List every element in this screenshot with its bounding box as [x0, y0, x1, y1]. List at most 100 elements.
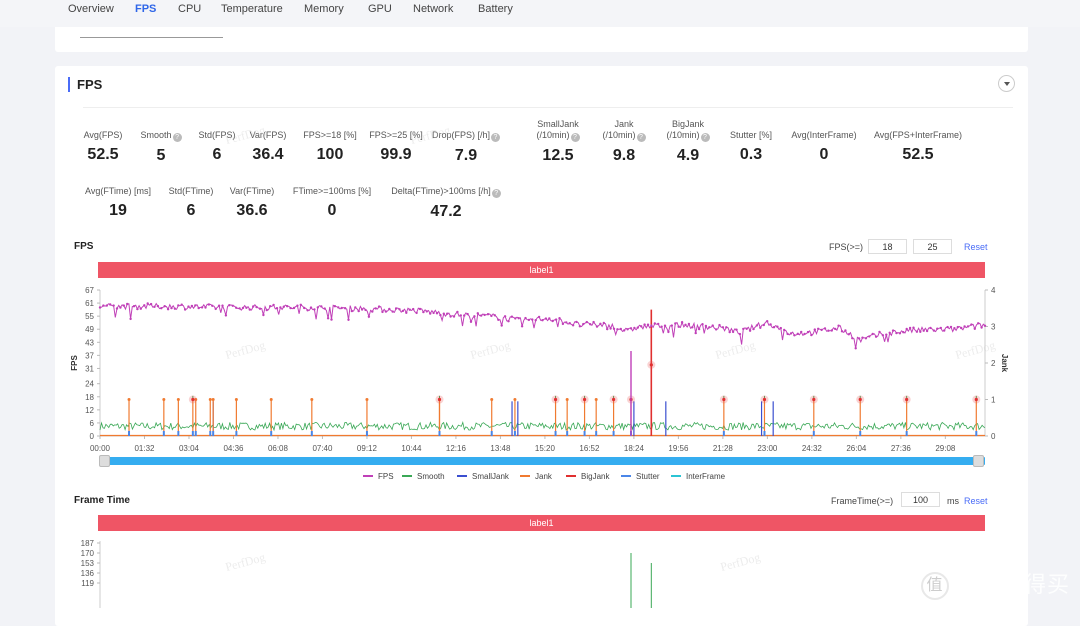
legend-item-interframe[interactable]: InterFrame	[671, 472, 725, 481]
legend-item-jank[interactable]: Jank	[520, 472, 552, 481]
fps-point	[684, 323, 687, 326]
fps-label-bar[interactable]: label1	[98, 262, 985, 278]
bigjank-marker	[905, 397, 909, 402]
stat-stats_row2-4: Delta(FTime)>100ms [/h]? 47.2	[386, 186, 506, 221]
fps-point	[895, 331, 898, 335]
fps-point	[779, 326, 782, 330]
caret-down-icon[interactable]	[998, 75, 1015, 92]
tab-memory[interactable]: Memory	[304, 3, 344, 15]
fps-point	[663, 324, 667, 327]
fps-point	[398, 308, 401, 311]
stutter-mark	[177, 431, 180, 436]
stutter-mark	[566, 431, 569, 436]
jank-marker	[162, 398, 166, 401]
fps-point	[394, 307, 398, 310]
x-tick-label: 01:32	[134, 444, 155, 453]
fps-point	[374, 307, 377, 310]
fps-reset-link[interactable]: Reset	[964, 242, 988, 252]
fps-chart-title: FPS	[74, 241, 94, 252]
tab-gpu[interactable]: GPU	[368, 3, 392, 15]
tab-battery[interactable]: Battery	[478, 3, 513, 15]
fps-point	[660, 325, 663, 328]
fps-point	[677, 325, 680, 328]
fps-point	[595, 325, 599, 328]
fps-point	[793, 334, 796, 337]
tab-temperature[interactable]: Temperature	[221, 3, 283, 15]
fps-point	[697, 327, 701, 331]
fps-point	[619, 327, 622, 331]
fps-point	[408, 308, 411, 311]
fps-point	[115, 307, 119, 310]
bigjank-marker	[858, 397, 862, 402]
fps-point	[626, 328, 629, 331]
time-range-slider[interactable]	[100, 457, 985, 465]
legend-item-fps[interactable]: FPS	[363, 472, 394, 481]
frametime-threshold-input[interactable]	[901, 492, 940, 507]
fps-point	[323, 307, 326, 310]
fps-point	[177, 304, 180, 307]
slider-handle-right[interactable]	[973, 455, 984, 467]
x-tick-label: 07:40	[312, 444, 333, 453]
fps-point	[718, 323, 721, 327]
tab-overview[interactable]: Overview	[68, 3, 114, 15]
fps-point	[742, 327, 745, 331]
stutter-mark	[365, 431, 368, 436]
fps-threshold1-input[interactable]	[868, 239, 907, 254]
fps-point	[391, 310, 394, 313]
fps-chart: 06121824313743495561670123400:00 01:32 03:…	[70, 286, 1009, 453]
fps-point	[347, 318, 350, 321]
fps-point	[473, 315, 476, 318]
tab-network[interactable]: Network	[413, 3, 453, 15]
frametime-reset-link[interactable]: Reset	[964, 496, 988, 506]
jank-marker	[176, 398, 180, 401]
x-tick-label: 12:16	[446, 444, 467, 453]
legend-item-stutter[interactable]: Stutter	[621, 472, 660, 481]
fps-point	[258, 307, 262, 310]
fps-point	[670, 324, 673, 327]
tab-cpu[interactable]: CPU	[178, 3, 201, 15]
fps-point	[606, 327, 609, 331]
fps-point	[350, 309, 354, 313]
fps-point	[442, 312, 445, 315]
fps-point	[183, 308, 187, 311]
y-tick-label: 55	[85, 312, 94, 321]
divider	[80, 37, 223, 38]
fps-threshold2-input[interactable]	[913, 239, 952, 254]
frametime-label-bar[interactable]: label1	[98, 515, 985, 531]
bigjank-marker	[649, 363, 653, 367]
fps-point	[711, 324, 714, 327]
fps-series-line	[99, 302, 986, 349]
fps-point	[252, 305, 255, 308]
legend-swatch-icon	[520, 475, 530, 477]
fps-point	[925, 329, 929, 333]
fps-point	[527, 318, 531, 322]
fps-point	[789, 332, 793, 335]
fps-point	[956, 325, 959, 329]
fps-point	[170, 306, 173, 310]
fps-point	[929, 326, 932, 330]
fps-point	[908, 326, 912, 330]
tab-fps[interactable]: FPS	[135, 3, 156, 15]
fps-point	[646, 323, 650, 326]
stat-label: Avg(FPS+InterFrame)	[858, 130, 978, 141]
fps-point	[156, 304, 160, 308]
fps-point	[224, 314, 228, 317]
bigjank-marker	[437, 397, 442, 402]
fps-point	[820, 328, 823, 332]
legend-item-smooth[interactable]: Smooth	[402, 472, 445, 481]
legend-item-bigjank[interactable]: BigJank	[566, 472, 609, 481]
y-tick-label: 24	[85, 380, 94, 389]
y2-tick-label: 2	[991, 359, 996, 368]
legend-item-smalljank[interactable]: SmallJank	[457, 472, 509, 481]
help-icon[interactable]: ?	[491, 189, 501, 198]
fps-point	[524, 316, 527, 320]
fps-point	[701, 323, 704, 326]
y-tick-label: 18	[85, 393, 94, 402]
card-title: FPS	[68, 77, 102, 92]
slider-handle-left[interactable]	[99, 455, 110, 467]
y-tick-label: 153	[81, 559, 95, 568]
fps-point	[837, 324, 840, 327]
fps-point	[180, 303, 183, 306]
fps-point	[830, 329, 833, 332]
fps-point	[592, 320, 595, 324]
